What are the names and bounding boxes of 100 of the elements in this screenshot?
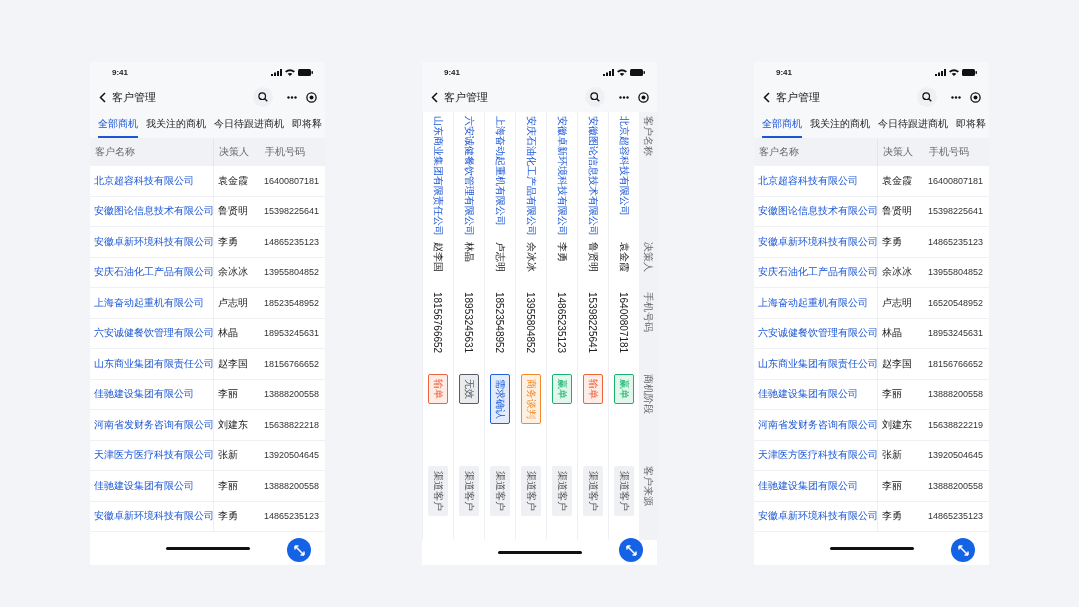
expand-button[interactable]	[619, 538, 643, 562]
search-button[interactable]	[585, 87, 605, 107]
tab[interactable]: 今日待跟进商机	[214, 112, 284, 138]
company-link[interactable]: 山东商业集团有限责任公司	[94, 356, 214, 371]
company-link[interactable]: 安徽卓新环境科技有限公司	[555, 116, 569, 236]
company-link[interactable]: 河南省发财务咨询有限公司	[94, 417, 214, 432]
contact-name: 赵李国	[218, 356, 248, 371]
phone-number: 15638822218	[264, 419, 320, 430]
company-link[interactable]: 北京超容科技有限公司	[617, 116, 631, 216]
expand-icon	[293, 544, 305, 556]
status-time: 9:41	[444, 67, 460, 77]
target-icon[interactable]	[638, 91, 649, 103]
phone-number: 13955804852	[525, 292, 537, 354]
company-link[interactable]: 安徽卓新环境科技有限公司	[94, 509, 214, 524]
company-link[interactable]: 安徽图论信息技术有限公司	[586, 116, 600, 236]
company-link[interactable]: 佳驰建设集团有限公司	[758, 387, 858, 402]
signal-icon	[271, 68, 282, 76]
company-link[interactable]: 山东商业集团有限责任公司	[758, 356, 878, 371]
tab[interactable]: 今日待跟进商机	[878, 112, 948, 138]
more-icon[interactable]	[619, 95, 629, 99]
column-header: 商机阶段	[642, 373, 656, 416]
stage-tag: 需求确认	[490, 374, 510, 424]
company-link[interactable]: 上海奋动起重机有限公司	[493, 116, 507, 226]
contact-name: 刘建东	[218, 417, 248, 432]
phone-number: 18523548952	[494, 292, 506, 354]
column-header: 决策人	[642, 241, 656, 274]
column-header: 决策人	[218, 145, 250, 159]
phone-number: 13955804852	[264, 267, 320, 278]
company-link[interactable]: 六安诚健餐饮管理有限公司	[94, 326, 214, 341]
column-header: 客户名称	[642, 115, 656, 158]
tab[interactable]: 我关注的商机	[810, 112, 870, 138]
company-link[interactable]: 佳驰建设集团有限公司	[758, 478, 858, 493]
search-button[interactable]	[253, 87, 273, 107]
column-header: 客户来源	[642, 465, 656, 508]
phone-number: 13888200558	[264, 480, 320, 491]
back-icon[interactable]	[763, 91, 770, 103]
company-link[interactable]: 六安诚健餐饮管理有限公司	[462, 116, 476, 236]
company-link[interactable]: 安徽图论信息技术有限公司	[758, 204, 878, 219]
company-link[interactable]: 北京超容科技有限公司	[758, 173, 858, 188]
source-tag: 渠道客户	[521, 466, 541, 516]
target-icon[interactable]	[970, 91, 981, 103]
phone-number: 13888200558	[928, 480, 984, 491]
status-time: 9:41	[776, 67, 792, 77]
target-icon[interactable]	[306, 91, 317, 103]
contact-name: 李勇	[556, 242, 569, 262]
battery-icon	[962, 68, 977, 76]
phone-number: 15398225641	[587, 292, 599, 354]
expand-button[interactable]	[951, 538, 975, 562]
company-link[interactable]: 上海奋动起重机有限公司	[94, 295, 204, 310]
company-link[interactable]: 安徽图论信息技术有限公司	[94, 204, 214, 219]
contact-name: 袁金霞	[618, 242, 631, 272]
page-title: 客户管理	[444, 89, 488, 105]
company-link[interactable]: 北京超容科技有限公司	[94, 173, 194, 188]
tab[interactable]: 即将释	[292, 112, 322, 138]
expand-button[interactable]	[287, 538, 311, 562]
company-link[interactable]: 山东商业集团有限责任公司	[431, 116, 445, 236]
phone-number: 18953245631	[264, 328, 320, 339]
phone-number: 15398225641	[264, 206, 320, 217]
more-icon[interactable]	[287, 95, 297, 99]
phone-number: 18156766652	[264, 358, 320, 369]
company-link[interactable]: 安徽卓新环境科技有限公司	[758, 509, 878, 524]
contact-name: 林晶	[218, 326, 238, 341]
contact-name: 张新	[882, 448, 902, 463]
company-link[interactable]: 天津医方医疗科技有限公司	[94, 448, 214, 463]
company-link[interactable]: 天津医方医疗科技有限公司	[758, 448, 878, 463]
source-tag: 渠道客户	[552, 466, 572, 516]
search-icon	[922, 92, 932, 102]
back-icon[interactable]	[99, 91, 106, 103]
phone-number: 14865235123	[556, 292, 568, 354]
phone-number: 13920504645	[264, 450, 320, 461]
tab[interactable]: 我关注的商机	[146, 112, 206, 138]
company-link[interactable]: 安庆石油化工产品有限公司	[94, 265, 214, 280]
search-button[interactable]	[917, 87, 937, 107]
contact-name: 鲁贤明	[587, 242, 600, 272]
company-link[interactable]: 上海奋动起重机有限公司	[758, 295, 868, 310]
expand-icon	[625, 544, 637, 556]
phone-number: 16520548952	[928, 297, 984, 308]
company-link[interactable]: 安庆石油化工产品有限公司	[758, 265, 878, 280]
battery-icon	[630, 68, 645, 76]
company-link[interactable]: 安庆石油化工产品有限公司	[524, 116, 538, 236]
phone-number: 18523548952	[264, 297, 320, 308]
company-link[interactable]: 河南省发财务咨询有限公司	[758, 417, 878, 432]
contact-name: 李丽	[882, 387, 902, 402]
contact-name: 赵李国	[882, 356, 912, 371]
company-link[interactable]: 佳驰建设集团有限公司	[94, 478, 194, 493]
company-link[interactable]: 安徽卓新环境科技有限公司	[94, 234, 214, 249]
phone-number: 14865235123	[264, 236, 320, 247]
back-icon[interactable]	[431, 91, 438, 103]
company-link[interactable]: 安徽卓新环境科技有限公司	[758, 234, 878, 249]
contact-name: 赵李国	[432, 242, 445, 272]
tab[interactable]: 即将释	[956, 112, 986, 138]
more-icon[interactable]	[951, 95, 961, 99]
contact-name: 李勇	[882, 234, 902, 249]
phone-number: 18156766652	[432, 292, 444, 354]
contact-name: 余冰冰	[882, 265, 912, 280]
status-time: 9:41	[112, 67, 128, 77]
contact-name: 李勇	[218, 509, 238, 524]
company-link[interactable]: 佳驰建设集团有限公司	[94, 387, 194, 402]
company-link[interactable]: 六安诚健餐饮管理有限公司	[758, 326, 878, 341]
source-tag: 渠道客户	[428, 466, 448, 516]
